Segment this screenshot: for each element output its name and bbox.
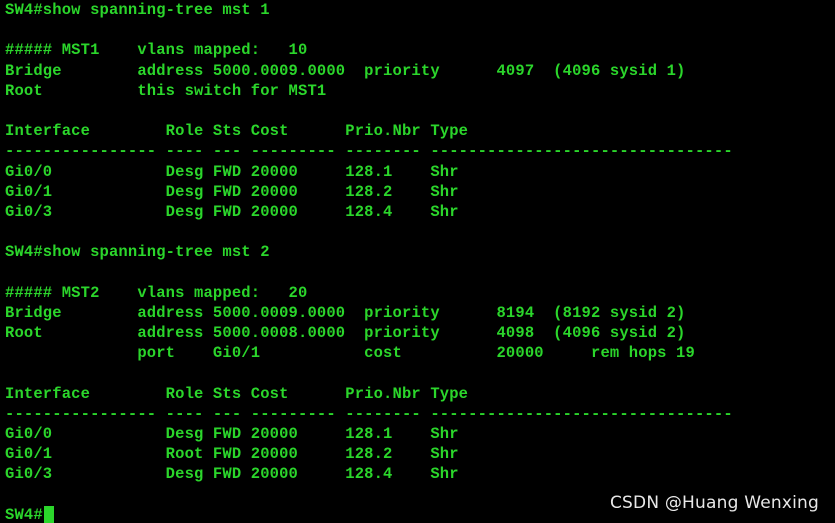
- terminal-line: SW4#show spanning-tree mst 2: [5, 243, 270, 262]
- watermark: CSDN @Huang Wenxing: [609, 493, 819, 513]
- terminal-line: SW4#show spanning-tree mst 1: [5, 1, 270, 19]
- terminal-line: ##### MST2 vlans mapped: 20: [5, 283, 308, 302]
- terminal-line: ---------------- ---- --- --------- ----…: [5, 142, 733, 161]
- command-prompt: SW4#: [5, 505, 43, 523]
- terminal-line: Bridge address 5000.0009.0000 priority 8…: [5, 303, 686, 322]
- terminal-line: Interface Role Sts Cost Prio.Nbr Type: [5, 122, 469, 141]
- terminal-line: ##### MST1 vlans mapped: 10: [5, 41, 308, 60]
- terminal-window[interactable]: SW4#show spanning-tree mst 1 ##### MST1 …: [0, 0, 835, 523]
- terminal-line: Root this switch for MST1: [5, 81, 327, 100]
- terminal-line: Gi0/0 Desg FWD 20000 128.1 Shr: [5, 162, 459, 181]
- terminal-line: Root address 5000.0008.0000 priority 409…: [5, 324, 686, 342]
- terminal-line: Gi0/1 Desg FWD 20000 128.2 Shr: [5, 182, 459, 201]
- terminal-line: Interface Role Sts Cost Prio.Nbr Type: [5, 384, 469, 403]
- terminal-line: Bridge address 5000.0009.0000 priority 4…: [5, 61, 686, 80]
- terminal-line: Gi0/1 Root FWD 20000 128.2 Shr: [5, 445, 459, 464]
- terminal-line: Gi0/3 Desg FWD 20000 128.4 Shr: [5, 202, 459, 221]
- text-cursor: [43, 506, 54, 523]
- terminal-line: ---------------- ---- --- --------- ----…: [5, 404, 733, 423]
- terminal-line: port Gi0/1 cost 20000 rem hops 19: [5, 344, 695, 363]
- terminal-line: Gi0/3 Desg FWD 20000 128.4 Shr: [5, 465, 459, 484]
- terminal-line: Gi0/0 Desg FWD 20000 128.1 Shr: [5, 424, 459, 443]
